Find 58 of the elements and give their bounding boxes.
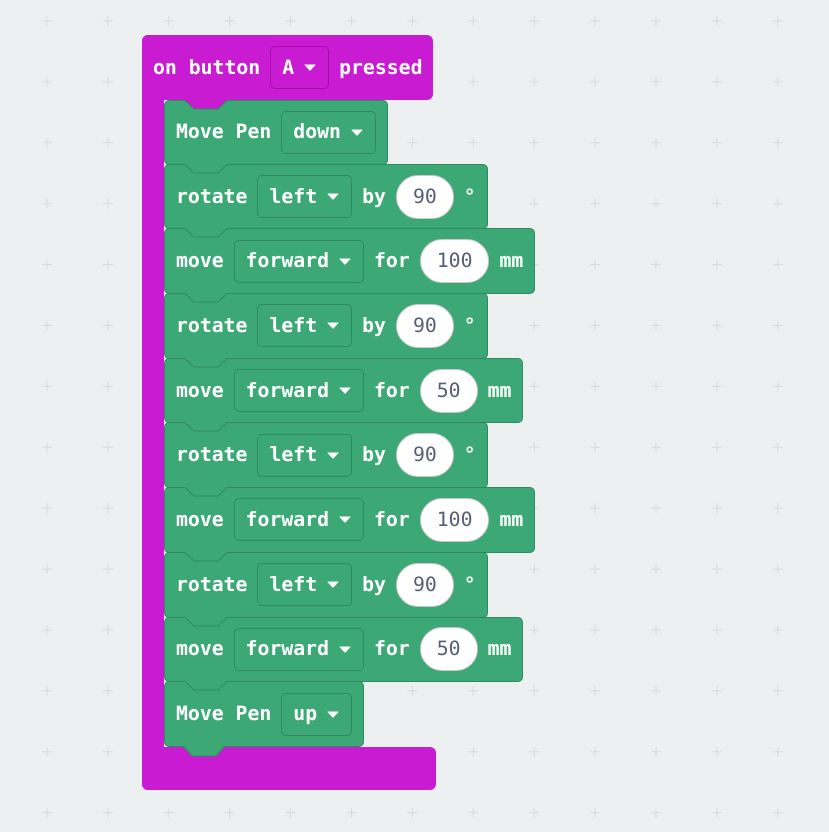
caret-icon [327,322,340,330]
block-label: mm [499,251,524,272]
block-label: mm [499,510,524,530]
dropdown-field[interactable]: forward [234,369,364,412]
block-label: Move Pen [176,122,272,142]
number-input[interactable]: 90 [396,562,454,607]
number-input[interactable]: 90 [396,433,454,478]
block-label: Move Pen [176,704,272,724]
caret-icon [327,452,340,459]
caret-icon [339,258,352,265]
block-label: ° [464,186,476,206]
block-label: mm [488,380,512,400]
block-label: for [374,380,410,400]
block-label: pressed [339,58,422,78]
caret-icon [327,193,340,200]
number-input[interactable]: 90 [396,304,454,348]
caret-icon [304,64,316,71]
number-input[interactable]: 50 [420,368,478,413]
number-input[interactable]: 100 [420,498,490,542]
dropdown-field[interactable]: left [257,434,352,477]
block-label: for [374,251,410,272]
block-label: rotate [176,186,248,206]
dropdown-field[interactable]: left [257,304,352,348]
dropdown-field[interactable]: forward [234,498,364,542]
block-label: rotate [176,574,248,595]
block-label: rotate [176,316,248,336]
block-label: move [176,380,224,400]
block-label: by [362,316,386,336]
number-input[interactable]: 90 [396,174,454,219]
block-label: by [362,574,386,595]
block-label: ° [464,316,476,336]
dropdown-field[interactable]: left [257,175,352,218]
block-label: rotate [176,445,248,466]
dropdown-field[interactable]: A [270,46,330,89]
block-label: move [176,639,224,660]
dropdown-field[interactable]: up [281,692,352,736]
number-input[interactable]: 50 [420,627,478,672]
block-label: for [374,639,410,660]
caret-icon [339,516,352,524]
number-input[interactable]: 100 [420,239,490,284]
dropdown-field[interactable]: forward [234,240,364,283]
block-label: for [374,510,410,530]
caret-icon [350,128,363,136]
block-label: mm [488,639,512,660]
block-label: ° [464,574,476,595]
block-label: on button [153,58,260,78]
caret-icon [339,387,352,394]
caret-icon [339,646,352,653]
caret-icon [327,710,340,718]
block-label: by [362,445,386,466]
block-label: move [176,510,224,530]
block-label: by [362,186,386,206]
caret-icon [327,581,340,588]
dropdown-field[interactable]: down [281,110,376,154]
dropdown-field[interactable]: forward [234,628,364,671]
dropdown-field[interactable]: left [257,563,352,606]
block-label: ° [464,445,476,466]
block-label: move [176,251,224,272]
